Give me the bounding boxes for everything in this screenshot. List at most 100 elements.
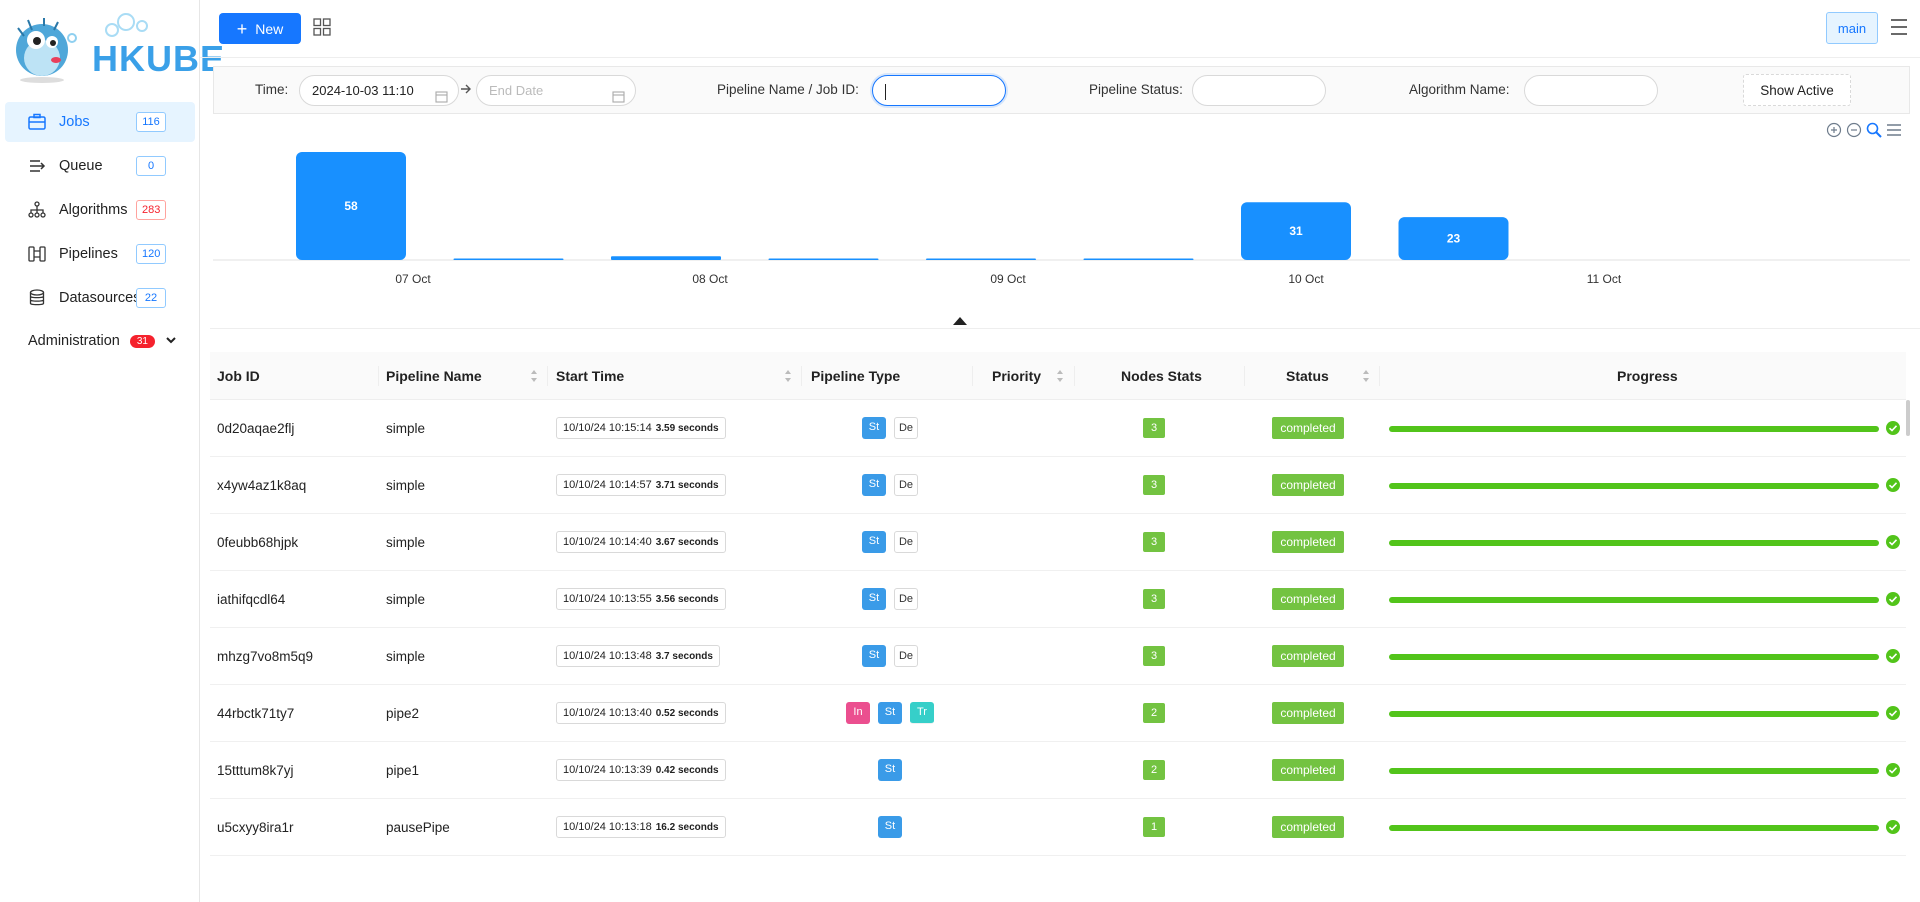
column-header-nodes-stats[interactable]: Nodes Stats — [1121, 352, 1202, 400]
column-header-start-time[interactable]: Start Time — [556, 352, 624, 400]
grid-view-icon[interactable] — [313, 18, 331, 39]
chart-bar[interactable] — [768, 258, 879, 261]
pipeline-type-tag: In — [846, 702, 870, 724]
nodes-stats-badge[interactable]: 2 — [1143, 760, 1165, 780]
end-date-input[interactable]: End Date — [476, 75, 636, 106]
job-id-cell[interactable]: 44rbctk71ty7 — [217, 685, 294, 742]
column-header-job-id[interactable]: Job ID — [217, 352, 260, 400]
check-circle-icon — [1886, 478, 1900, 492]
bar-data-label: 31 — [1289, 224, 1303, 238]
job-id-cell[interactable]: x4yw4az1k8aq — [217, 457, 306, 514]
table-row[interactable]: 15tttum8k7yj pipe1 10/10/24 10:13:39 0.42 s… — [210, 742, 1906, 799]
sidebar-item-queue[interactable]: Queue 0 — [5, 146, 195, 186]
sidebar-item-datasources[interactable]: Datasources 22 — [5, 278, 195, 318]
check-circle-icon — [1886, 535, 1900, 549]
sidebar: HKUBE Jobs 116 Queue 0 Algorithms 283 Pi… — [0, 0, 224, 902]
sort-icon[interactable] — [1056, 369, 1064, 383]
table-row[interactable]: u5cxyy8ira1r pausePipe 10/10/24 10:13:18 16… — [210, 799, 1906, 856]
nodes-stats-badge[interactable]: 3 — [1143, 418, 1165, 438]
table-row[interactable]: 0d20aqae2flj simple 10/10/24 10:15:14 3.59 … — [210, 400, 1906, 457]
column-header-progress[interactable]: Progress — [1617, 352, 1678, 400]
nodes-stats-badge[interactable]: 3 — [1143, 646, 1165, 666]
sidebar-item-label: Pipelines — [59, 246, 118, 262]
progress-bar — [1389, 597, 1879, 603]
sidebar-item-algorithms[interactable]: Algorithms 283 — [5, 190, 195, 230]
nodes-stats-badge[interactable]: 2 — [1143, 703, 1165, 723]
progress-fill — [1389, 825, 1879, 831]
pipeline-type-tag: De — [894, 417, 918, 439]
sidebar-item-jobs[interactable]: Jobs 116 — [5, 102, 195, 142]
chart-bar[interactable] — [453, 258, 564, 261]
check-circle-icon — [1886, 763, 1900, 777]
chart-bar[interactable] — [926, 258, 1036, 261]
pipeline-type-tag: St — [862, 531, 886, 553]
status-badge: completed — [1272, 645, 1344, 667]
column-header-priority[interactable]: Priority — [992, 352, 1041, 400]
progress-fill — [1389, 597, 1879, 603]
collapse-chart-icon[interactable] — [953, 317, 967, 325]
sort-icon[interactable] — [784, 369, 792, 383]
duration-value: 3.56 seconds — [655, 594, 719, 605]
nodes-stats-badge[interactable]: 1 — [1143, 817, 1165, 837]
pipeline-status-label: Pipeline Status: — [1089, 82, 1183, 97]
hkube-logo[interactable]: HKUBE — [10, 8, 224, 88]
end-date-placeholder: End Date — [489, 83, 544, 98]
top-header: + New main — [200, 0, 1920, 58]
table-scrollbar[interactable] — [1906, 400, 1910, 436]
job-id-cell[interactable]: mhzg7vo8m5q9 — [217, 628, 313, 685]
nodes-stats-badge[interactable]: 3 — [1143, 475, 1165, 495]
progress-bar — [1389, 768, 1879, 774]
progress-bar — [1389, 426, 1879, 432]
sidebar-item-label: Algorithms — [59, 202, 128, 218]
pipeline-name-input[interactable] — [872, 75, 1006, 106]
algorithm-name-input[interactable] — [1524, 75, 1658, 106]
status-badge: completed — [1272, 474, 1344, 496]
pipeline-status-select[interactable] — [1192, 75, 1326, 106]
chart-bar[interactable] — [1083, 258, 1194, 261]
show-active-button[interactable]: Show Active — [1743, 74, 1851, 106]
divider — [210, 328, 1920, 329]
pipeline-type-tag: Tr — [910, 702, 934, 724]
progress-bar — [1389, 654, 1879, 660]
job-id-cell[interactable]: u5cxyy8ira1r — [217, 799, 294, 856]
branch-button[interactable]: main — [1826, 12, 1878, 44]
sidebar-item-pipelines[interactable]: Pipelines 120 — [5, 234, 195, 274]
pipeline-type-tag: St — [862, 588, 886, 610]
table-row[interactable]: x4yw4az1k8aq simple 10/10/24 10:14:57 3.71 … — [210, 457, 1906, 514]
nodes-stats-badge[interactable]: 3 — [1143, 589, 1165, 609]
chevron-down-icon[interactable] — [165, 333, 177, 349]
column-header-pipeline-name[interactable]: Pipeline Name — [386, 352, 482, 400]
chart-bar[interactable] — [611, 256, 721, 260]
new-button[interactable]: + New — [219, 13, 301, 44]
sort-icon[interactable] — [530, 369, 538, 383]
sidebar-nav: Jobs 116 Queue 0 Algorithms 283 Pipeline… — [5, 102, 195, 322]
menu-icon[interactable] — [1889, 18, 1909, 39]
algorithm-name-label: Algorithm Name: — [1409, 82, 1510, 97]
table-row[interactable]: iathifqcdl64 simple 10/10/24 10:13:55 3.56 … — [210, 571, 1906, 628]
column-header-pipeline-type[interactable]: Pipeline Type — [811, 352, 900, 400]
table-body: 0d20aqae2flj simple 10/10/24 10:15:14 3.59 … — [210, 400, 1906, 856]
start-date-input[interactable]: 2024-10-03 11:10 — [299, 75, 459, 106]
pipeline-name-cell: pipe1 — [386, 763, 420, 778]
column-header-status[interactable]: Status — [1286, 352, 1329, 400]
duration-value: 3.59 seconds — [655, 423, 719, 434]
start-time-badge: 10/10/24 10:14:40 3.67 seconds — [556, 531, 726, 553]
start-date-value: 2024-10-03 11:10 — [312, 83, 414, 98]
sort-icon[interactable] — [1362, 369, 1370, 383]
table-row[interactable]: 0feubb68hjpk simple 10/10/24 10:14:40 3.67 … — [210, 514, 1906, 571]
sidebar-item-administration[interactable]: Administration 31 — [28, 333, 188, 349]
status-badge: completed — [1272, 759, 1344, 781]
job-id-cell[interactable]: 15tttum8k7yj — [217, 742, 294, 799]
job-id-cell[interactable]: iathifqcdl64 — [217, 571, 285, 628]
pipeline-type-tag: St — [862, 645, 886, 667]
progress-fill — [1389, 654, 1879, 660]
count-badge: 120 — [136, 244, 167, 264]
nodes-stats-badge[interactable]: 3 — [1143, 532, 1165, 552]
bar-data-label: 23 — [1447, 232, 1461, 246]
job-id-cell[interactable]: 0d20aqae2flj — [217, 400, 294, 457]
job-id-cell[interactable]: 0feubb68hjpk — [217, 514, 298, 571]
column-divider — [1244, 366, 1245, 386]
table-row[interactable]: 44rbctk71ty7 pipe2 10/10/24 10:13:40 0.52 s… — [210, 685, 1906, 742]
table-row[interactable]: mhzg7vo8m5q9 simple 10/10/24 10:13:48 3.7 s… — [210, 628, 1906, 685]
duration-value: 0.42 seconds — [655, 765, 719, 776]
